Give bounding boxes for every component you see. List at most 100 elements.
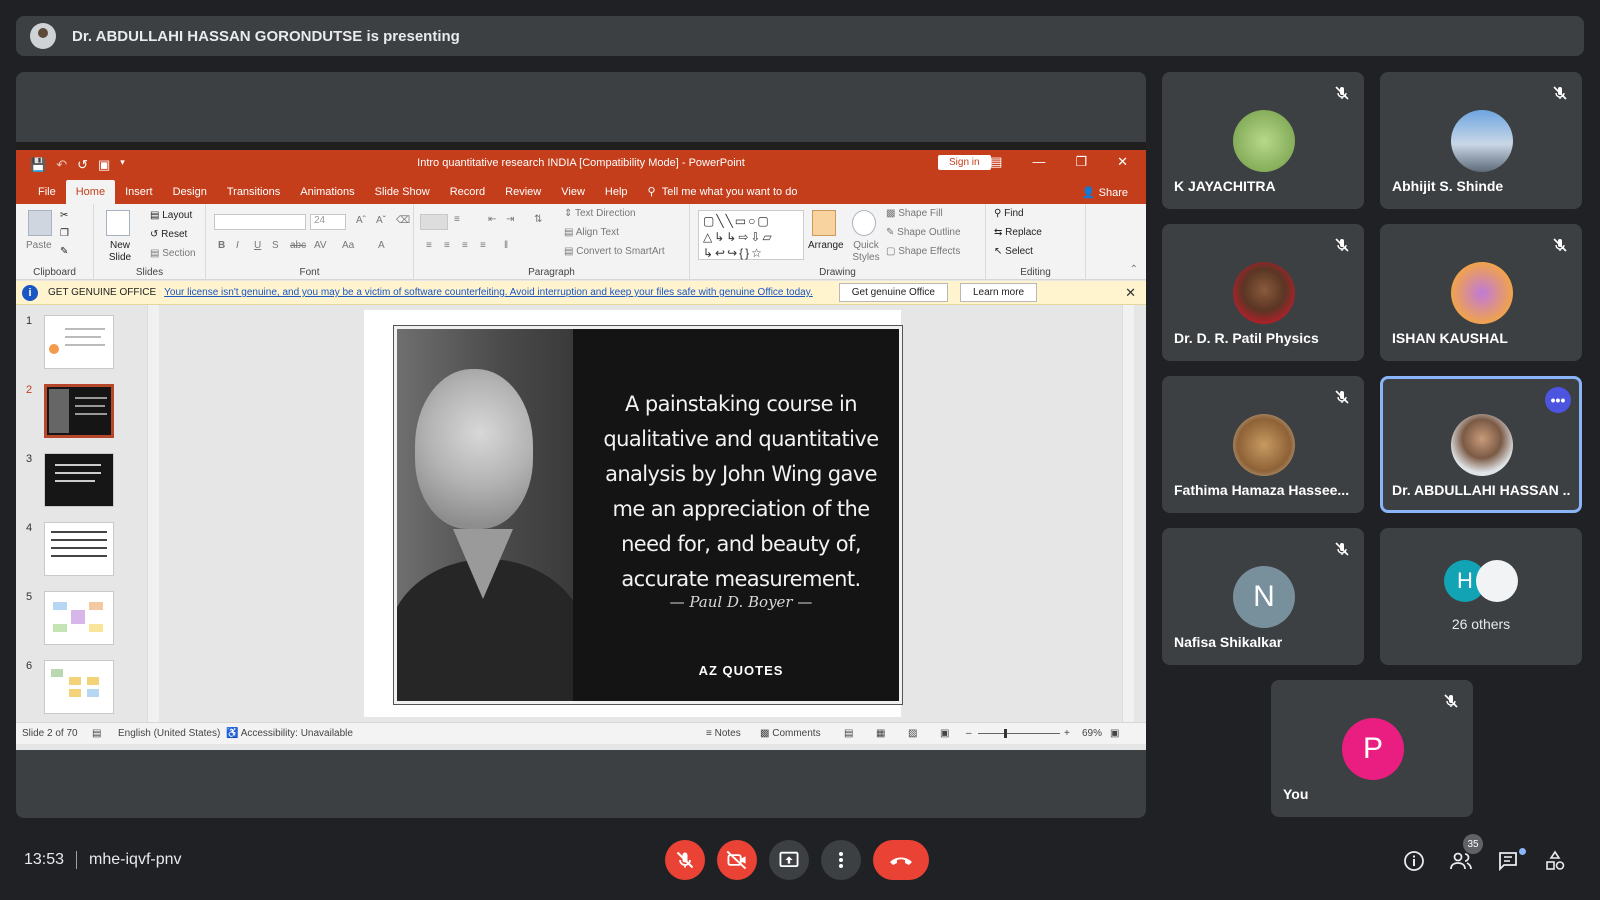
participant-tile-active[interactable]: ••• Dr. ABDULLAHI HASSAN ... — [1380, 376, 1582, 513]
restore-icon[interactable]: ❐ — [1075, 154, 1087, 170]
tab-view[interactable]: View — [551, 186, 595, 204]
present-screen-button[interactable] — [769, 840, 809, 880]
tab-file[interactable]: File — [28, 186, 66, 204]
italic-icon[interactable]: I — [236, 240, 239, 251]
tab-record[interactable]: Record — [440, 186, 495, 204]
close-bar-icon[interactable]: ✕ — [1125, 285, 1136, 301]
zoom-in-icon[interactable]: + — [1064, 728, 1070, 739]
new-slide-label[interactable]: New Slide — [102, 240, 138, 264]
tab-design[interactable]: Design — [163, 186, 217, 204]
bullets-icon[interactable] — [420, 214, 448, 230]
align-text-button[interactable]: ▤ Align Text — [564, 227, 619, 238]
participant-tile[interactable]: N Nafisa Shikalkar — [1162, 528, 1364, 665]
more-options-button[interactable] — [821, 840, 861, 880]
change-case-icon[interactable]: Aa — [342, 240, 354, 251]
participant-tile[interactable]: K JAYACHITRA — [1162, 72, 1364, 209]
align-right-icon[interactable]: ≡ — [462, 240, 468, 251]
collapse-ribbon-icon[interactable]: ⌃ — [1130, 264, 1138, 275]
genuine-message-link[interactable]: Your license isn't genuine, and you may … — [164, 287, 813, 298]
language-status[interactable]: English (United States) — [118, 728, 220, 739]
columns-icon[interactable]: ‖ — [504, 240, 508, 251]
reading-view-icon[interactable]: ▨ — [908, 728, 917, 739]
cut-icon[interactable]: ✂ — [60, 210, 68, 221]
shape-effects-button[interactable]: ▢ Shape Effects — [886, 246, 960, 257]
layout-button[interactable]: ▤ Layout — [150, 210, 192, 221]
section-button[interactable]: ▤ Section — [150, 248, 196, 259]
copy-icon[interactable]: ❐ — [60, 228, 69, 239]
reset-button[interactable]: ↺ Reset — [150, 229, 187, 240]
shrink-font-icon[interactable]: Aˇ — [376, 215, 386, 226]
learn-more-button[interactable]: Learn more — [959, 283, 1038, 302]
underline-icon[interactable]: U — [254, 240, 261, 251]
spell-check-icon[interactable]: ▤ — [92, 728, 101, 739]
participant-tile[interactable]: Dr. D. R. Patil Physics — [1162, 224, 1364, 361]
tab-review[interactable]: Review — [495, 186, 551, 204]
meeting-details-button[interactable] — [1401, 848, 1427, 874]
participant-tile[interactable]: ISHAN KAUSHAL — [1380, 224, 1582, 361]
numbering-icon[interactable]: ≡ — [454, 214, 460, 225]
shapes-gallery[interactable]: ▢╲╲▭○▢ △↳↳⇨⇩▱ ↳↩↪{}☆ — [698, 210, 804, 260]
paste-icon[interactable] — [28, 210, 52, 236]
shadow-icon[interactable]: S — [272, 240, 279, 251]
slide-thumbnail[interactable] — [44, 315, 114, 369]
camera-toggle-button[interactable] — [717, 840, 757, 880]
close-icon[interactable]: ✕ — [1117, 154, 1128, 170]
quick-styles-icon[interactable] — [852, 210, 876, 236]
convert-smartart-button[interactable]: ▤ Convert to SmartArt — [564, 246, 665, 257]
slide-thumbnail[interactable] — [44, 453, 114, 507]
increase-indent-icon[interactable]: ⇥ — [506, 214, 514, 225]
accessibility-status[interactable]: ♿ Accessibility: Unavailable — [226, 728, 353, 739]
comments-button[interactable]: ▩ Comments — [760, 728, 821, 739]
slide-sorter-icon[interactable]: ▦ — [876, 728, 885, 739]
zoom-out-icon[interactable]: – — [966, 728, 972, 739]
slide-thumbnail[interactable] — [44, 522, 114, 576]
participant-tile[interactable]: Abhijit S. Shinde — [1380, 72, 1582, 209]
slide-show-icon[interactable]: ▣ — [940, 728, 949, 739]
arrange-icon[interactable] — [812, 210, 836, 236]
thumbnail-scrollbar[interactable] — [147, 305, 159, 725]
tab-transitions[interactable]: Transitions — [217, 186, 290, 204]
share-button[interactable]: 👤 Share — [1082, 186, 1128, 199]
zoom-slider-thumb[interactable] — [1004, 729, 1007, 738]
strikethrough-icon[interactable]: abc — [290, 240, 306, 251]
meeting-code[interactable]: mhe-iqvf-pnv — [89, 851, 181, 869]
shape-outline-button[interactable]: ✎ Shape Outline — [886, 227, 961, 238]
bold-icon[interactable]: B — [218, 240, 225, 251]
others-tile[interactable]: H 26 others — [1380, 528, 1582, 665]
font-name-field[interactable] — [214, 214, 306, 230]
new-slide-icon[interactable] — [106, 210, 130, 236]
notes-button[interactable]: ≡ Notes — [706, 728, 741, 739]
tab-insert[interactable]: Insert — [115, 186, 163, 204]
select-button[interactable]: ↖ Select — [994, 246, 1033, 257]
ribbon-display-icon[interactable]: ▤ — [990, 154, 1002, 170]
tab-slide-show[interactable]: Slide Show — [365, 186, 440, 204]
slide-thumbnail[interactable] — [44, 591, 114, 645]
align-center-icon[interactable]: ≡ — [444, 240, 450, 251]
more-options-icon[interactable]: ••• — [1545, 387, 1571, 413]
activities-button[interactable] — [1542, 848, 1568, 874]
slide-thumbnail[interactable] — [44, 384, 114, 438]
grow-font-icon[interactable]: Aˆ — [356, 215, 366, 226]
editor-scrollbar[interactable] — [1122, 305, 1134, 725]
sign-in-button[interactable]: Sign in — [938, 155, 991, 170]
participant-tile[interactable]: Fathima Hamaza Hassee... — [1162, 376, 1364, 513]
format-painter-icon[interactable]: ✎ — [60, 246, 68, 257]
mic-toggle-button[interactable] — [665, 840, 705, 880]
normal-view-icon[interactable]: ▤ — [844, 728, 853, 739]
find-button[interactable]: ⚲ Find — [994, 208, 1024, 219]
slide-thumbnail[interactable] — [44, 660, 114, 714]
fit-slide-icon[interactable]: ▣ — [1110, 728, 1119, 739]
tab-animations[interactable]: Animations — [290, 186, 364, 204]
zoom-level[interactable]: 69% — [1082, 728, 1102, 739]
quote-image[interactable]: A painstaking course in qualitative and … — [393, 325, 903, 705]
tab-help[interactable]: Help — [595, 186, 638, 204]
minimize-icon[interactable]: — — [1032, 154, 1045, 170]
arrange-label[interactable]: Arrange — [808, 240, 844, 251]
tell-me-search[interactable]: ⚲ Tell me what you want to do — [638, 185, 808, 204]
text-direction-button[interactable]: ⇕ Text Direction — [564, 208, 636, 219]
replace-button[interactable]: ⇆ Replace — [994, 227, 1042, 238]
font-color-icon[interactable]: A — [378, 240, 385, 251]
shape-fill-button[interactable]: ▩ Shape Fill — [886, 208, 943, 219]
line-spacing-icon[interactable]: ⇅ — [534, 214, 542, 225]
get-genuine-button[interactable]: Get genuine Office — [838, 283, 948, 302]
